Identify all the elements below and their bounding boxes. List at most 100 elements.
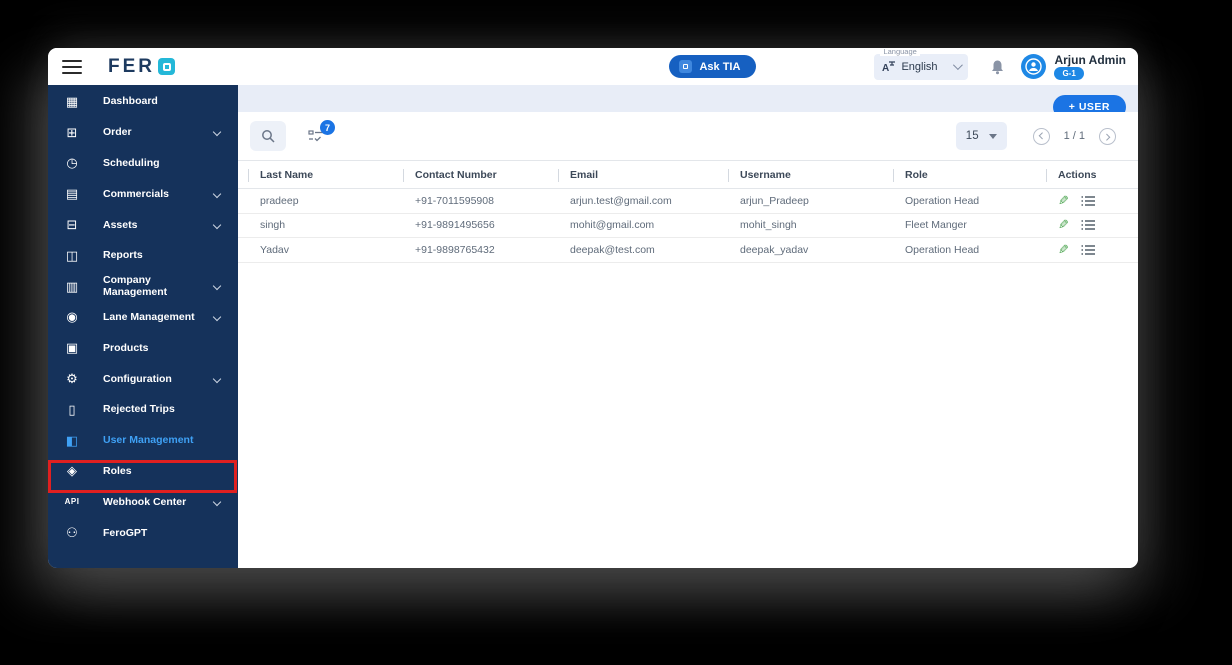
content-area: + USER 7 15 1 / 1 Last Name Contact Numb… [238,85,1138,568]
roles-shield-icon: ◈ [67,463,77,479]
chevron-down-icon [212,281,222,291]
user-avatar-icon[interactable] [1021,54,1047,79]
sidebar-item-reports[interactable]: ◫ Reports [48,240,238,271]
edit-pencil-icon[interactable]: ✎ [1058,217,1069,233]
sidebar-item-commercials[interactable]: ▤ Commercials [48,178,238,209]
user-info[interactable]: Arjun Admin G-1 [1054,54,1126,80]
sidebar-item-scheduling[interactable]: ◷ Scheduling [48,148,238,179]
svg-text:A: A [882,63,889,73]
search-icon [262,130,275,143]
edit-pencil-icon[interactable]: ✎ [1058,193,1069,209]
cell-username: mohit_singh [740,219,797,232]
fero-logo: FER [108,56,175,78]
company-building-icon: ▥ [65,278,79,294]
chevron-down-icon [212,220,222,229]
table-header-row: Last Name Contact Number Email Username … [238,160,1138,189]
sidebar-item-lane-management[interactable]: ◉ Lane Management [48,302,238,333]
chevron-down-icon [953,60,964,71]
chevron-down-icon [212,127,222,137]
sidebar-item-configuration[interactable]: ⚙ Configuration [48,363,238,394]
sidebar-item-roles[interactable]: ◈ Roles [48,456,238,487]
order-box-icon: ⊞ [66,124,78,140]
chevron-right-icon [1103,133,1111,141]
sidebar-item-company-management[interactable]: ▥ Company Management [48,271,238,302]
users-table: Last Name Contact Number Email Username … [238,160,1138,263]
page-size-value: 15 [965,130,979,142]
next-page-button[interactable] [1099,127,1116,145]
fero-o-icon [158,58,175,75]
tia-icon [679,60,693,73]
sidebar-item-products[interactable]: ▣ Products [48,332,238,363]
chevron-down-icon [212,312,222,322]
col-header-last-name[interactable]: Last Name [248,168,415,182]
cell-actions: ✎ [1058,242,1138,258]
content-header-band: + USER [238,85,1138,119]
cell-username: arjun_Pradeep [740,194,809,207]
app-window: FER Ask TIA Language A English Arjun Adm… [48,48,1138,568]
ask-tia-label: Ask TIA [699,60,741,73]
cell-email: arjun.test@gmail.com [570,194,672,207]
prev-page-button[interactable] [1032,127,1050,145]
col-header-username[interactable]: Username [728,168,905,182]
reports-doc-icon: ◫ [65,247,79,263]
cell-email: deepak@test.com [570,243,655,256]
ferogpt-bot-icon: ⚇ [66,525,78,541]
cell-contact: +91-9891495656 [415,219,495,232]
chevron-left-icon [1038,131,1046,139]
filter-count-badge: 7 [320,120,335,135]
sidebar-item-assets[interactable]: ⊟ Assets [48,209,238,240]
details-list-icon[interactable] [1081,244,1095,256]
dashboard-icon: ▦ [65,93,79,109]
page-size-select[interactable]: 15 [955,122,1007,150]
sidebar-item-order[interactable]: ⊞ Order [48,117,238,148]
chevron-down-icon [212,189,222,199]
logo-text: FER [108,55,155,77]
cell-last-name: singh [260,219,286,232]
language-select[interactable]: Language A English [874,48,969,80]
cell-actions: ✎ [1058,217,1138,233]
chevron-down-icon [212,497,222,506]
cell-last-name: pradeep [260,194,299,207]
search-button[interactable] [250,121,286,151]
commercials-money-icon: ▤ [65,186,79,202]
ask-tia-button[interactable]: Ask TIA [669,55,757,78]
user-role-badge: G-1 [1054,66,1084,80]
sidebar-item-dashboard[interactable]: ▦ Dashboard [48,86,238,117]
details-list-icon[interactable] [1081,219,1095,231]
sidebar-item-ferogpt[interactable]: ⚇ FeroGPT [48,517,238,548]
products-box-icon: ▣ [65,340,79,356]
cell-role: Fleet Manger [905,219,967,232]
lane-route-icon: ◉ [66,309,78,325]
cell-last-name: Yadav [260,243,289,256]
language-value: English [901,60,938,73]
rejected-trash-icon: ▯ [68,401,76,417]
pagination: 1 / 1 [1032,127,1116,145]
top-bar: FER Ask TIA Language A English Arjun Adm… [48,48,1138,85]
chevron-down-icon [212,374,222,383]
sidebar-item-rejected-trips[interactable]: ▯ Rejected Trips [48,394,238,425]
details-list-icon[interactable] [1081,195,1095,207]
caret-down-icon [988,133,997,139]
edit-pencil-icon[interactable]: ✎ [1058,242,1069,258]
user-name: Arjun Admin [1054,52,1126,67]
hamburger-menu-icon[interactable] [62,59,82,74]
cell-role: Operation Head [905,243,980,256]
cell-email: mohit@gmail.com [570,219,655,232]
cell-contact: +91-9898765432 [415,243,495,256]
col-header-role[interactable]: Role [893,168,1058,182]
col-header-contact-number[interactable]: Contact Number [403,168,570,182]
col-header-email[interactable]: Email [558,168,740,182]
webhook-api-icon: API [64,497,80,507]
sidebar-item-user-management[interactable]: ◧ User Management [48,425,238,456]
notification-bell-icon[interactable] [990,59,1005,75]
user-management-card-icon: ◧ [65,432,79,448]
table-row[interactable]: pradeep +91-7011595908 arjun.test@gmail.… [238,189,1138,214]
page-indicator: 1 / 1 [1063,130,1085,142]
scheduling-clock-icon: ◷ [66,155,78,171]
filter-button[interactable]: 7 [308,120,335,143]
translate-icon: A [882,61,896,73]
table-row[interactable]: Yadav +91-9898765432 deepak@test.com dee… [238,238,1138,263]
sidebar-nav: ▦ Dashboard ⊞ Order ◷ Scheduling ▤ Comme… [48,85,238,568]
sidebar-item-webhook-center[interactable]: API Webhook Center [48,486,238,517]
table-row[interactable]: singh +91-9891495656 mohit@gmail.com moh… [238,214,1138,238]
